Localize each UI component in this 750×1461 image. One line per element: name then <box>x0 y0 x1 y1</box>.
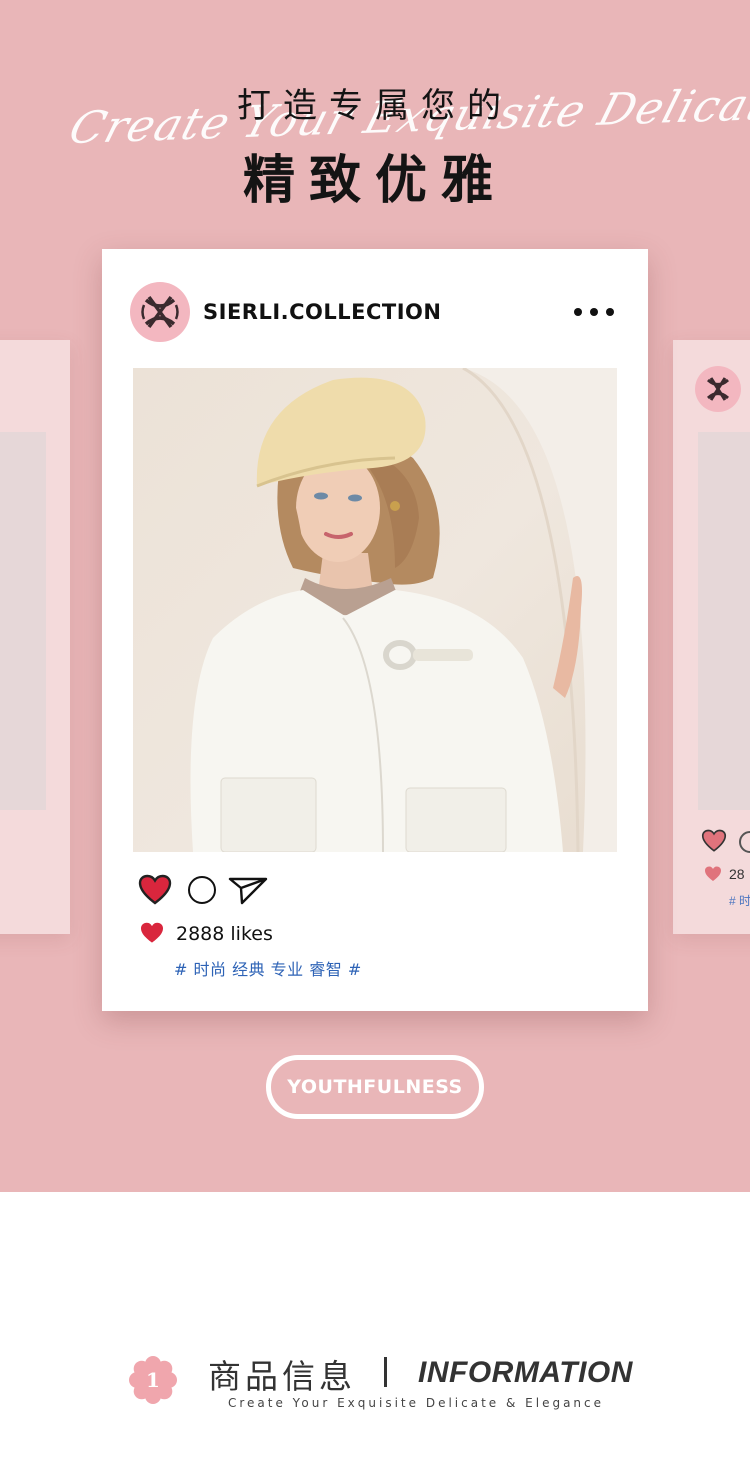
ghost-card-image <box>698 432 750 810</box>
comment-icon <box>739 831 750 853</box>
ghost-tags-text: # 时 <box>729 894 750 908</box>
ghost-likes-text: 28 <box>729 866 745 882</box>
ghost-card-left <box>0 340 70 934</box>
account-name[interactable]: SIERLI.COLLECTION <box>203 300 441 324</box>
post-photo <box>133 368 617 852</box>
mini-heart-icon <box>705 866 721 881</box>
likes-heart-icon <box>141 922 163 943</box>
badge-label: YOUTHFULNESS <box>287 1076 463 1098</box>
likes-count[interactable]: 2888 likes <box>176 923 273 945</box>
post-card: SIERLI.COLLECTION 2888 likes # 时尚 经典 专业 … <box>102 249 648 1011</box>
hero-section: Create Your Exquisite Delicate & Eleganc… <box>0 0 750 1192</box>
share-send-icon[interactable] <box>228 876 268 906</box>
info-title-cn: 商品信息 <box>208 1357 356 1396</box>
like-heart-icon[interactable] <box>138 874 172 906</box>
info-subtitle: Create Your Exquisite Delicate & Eleganc… <box>227 1396 605 1410</box>
hashtags[interactable]: # 时尚 经典 专业 睿智 # <box>174 956 362 980</box>
ghost-card-right: 28 # 时 <box>673 340 750 934</box>
title-divider <box>384 1357 387 1387</box>
comment-icon[interactable] <box>188 876 216 904</box>
ghost-brand-logo-icon <box>695 366 741 412</box>
brand-logo-icon[interactable] <box>130 282 190 342</box>
ghost-card-image <box>0 432 46 810</box>
info-title-en: INFORMATION <box>418 1356 633 1389</box>
heart-icon <box>701 829 727 852</box>
headline-line-1: 打造专属您的 <box>237 86 513 126</box>
youthfulness-badge: YOUTHFULNESS <box>266 1055 484 1119</box>
badge-number: 1 <box>146 1368 160 1392</box>
more-options-icon[interactable] <box>574 304 614 320</box>
headline-line-2: 精致优雅 <box>242 151 507 211</box>
post-actions <box>138 874 278 910</box>
